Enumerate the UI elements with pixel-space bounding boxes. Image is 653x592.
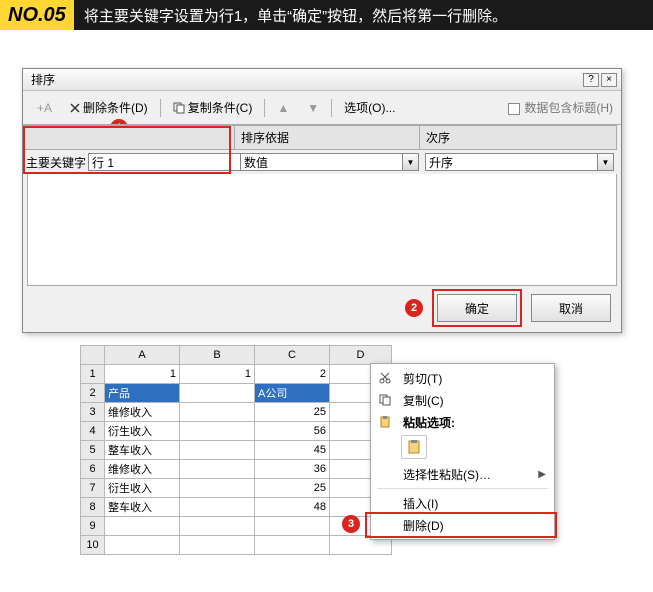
paste-icon <box>375 413 395 431</box>
callout-2: 2 <box>405 299 423 317</box>
sort-dialog: 排序 ? × +A 删除条件(D) 复制条件(C) ▲ ▼ 选项(O)... 数… <box>22 68 622 333</box>
row-1[interactable]: 1 1 1 2 2 <box>81 365 392 384</box>
sort-order-input[interactable] <box>425 153 598 171</box>
sort-condition-row: 主要关键字 ▼ ▼ ▼ <box>23 150 621 174</box>
row-6[interactable]: 6 维修收入 36 <box>81 460 392 479</box>
paste-option-default[interactable] <box>401 435 427 459</box>
dialog-buttons: 2 确定 取消 <box>23 286 621 332</box>
row-7[interactable]: 7 衍生收入 25 <box>81 479 392 498</box>
move-down-button[interactable]: ▼ <box>301 99 325 117</box>
select-all-corner[interactable] <box>81 346 105 365</box>
dialog-toolbar: +A 删除条件(D) 复制条件(C) ▲ ▼ 选项(O)... 数据包含标题(H… <box>23 91 621 124</box>
dialog-titlebar: 排序 ? × <box>23 69 621 91</box>
menu-paste-options: 粘贴选项: <box>371 411 554 433</box>
row-10[interactable]: 10 <box>81 536 392 555</box>
row-3[interactable]: 3 维修收入 25 <box>81 403 392 422</box>
menu-cut[interactable]: 剪切(T) <box>371 367 554 389</box>
separator <box>160 99 161 117</box>
close-button[interactable]: × <box>601 73 617 87</box>
row-4[interactable]: 4 衍生收入 56 <box>81 422 392 441</box>
chevron-down-icon[interactable]: ▼ <box>598 153 614 171</box>
col-header[interactable]: A <box>105 346 180 365</box>
header-checkbox[interactable] <box>508 103 520 115</box>
scissors-icon <box>375 369 395 387</box>
menu-delete[interactable]: 删除(D) <box>371 514 554 536</box>
sort-order-combo[interactable]: ▼ <box>425 153 614 171</box>
chevron-down-icon[interactable]: ▼ <box>403 153 419 171</box>
ok-button[interactable]: 确定 <box>437 294 517 322</box>
menu-copy[interactable]: 复制(C) <box>371 389 554 411</box>
separator <box>331 99 332 117</box>
menu-insert[interactable]: 插入(I) <box>371 492 554 514</box>
move-up-button[interactable]: ▲ <box>271 99 295 117</box>
callout-3: 3 <box>342 515 360 533</box>
copy-icon <box>375 391 395 409</box>
menu-separator <box>377 488 548 489</box>
delete-condition-button[interactable]: 删除条件(D) <box>64 97 154 118</box>
step-instruction: 将主要关键字设置为行1，单击“确定”按钮，然后将第一行删除。 <box>74 0 653 30</box>
row-8[interactable]: 8 整车收入 48 <box>81 498 392 517</box>
add-condition-button[interactable]: +A <box>31 99 58 117</box>
options-button[interactable]: 选项(O)... <box>338 97 401 118</box>
help-button[interactable]: ? <box>583 73 599 87</box>
col-header[interactable]: D <box>330 346 392 365</box>
col-header[interactable]: B <box>180 346 255 365</box>
sort-headers: 排序依据 次序 <box>23 124 621 150</box>
context-menu: 剪切(T) 复制(C) 粘贴选项: 选择性粘贴(S)… ▶ 插入 <box>370 363 555 540</box>
conditions-list <box>27 174 617 286</box>
header-basis: 排序依据 <box>235 125 420 150</box>
dialog-title: 排序 <box>27 71 583 88</box>
spreadsheet-region: A B C D 1 1 1 2 2 2 产品 A公司 3 维修收入 25 4 <box>80 345 570 555</box>
x-icon <box>70 103 80 113</box>
header-order: 次序 <box>420 125 617 150</box>
paste-options-row <box>371 435 554 459</box>
row-5[interactable]: 5 整车收入 45 <box>81 441 392 460</box>
chevron-right-icon: ▶ <box>538 469 546 480</box>
copy-condition-button[interactable]: 复制条件(C) <box>167 97 259 118</box>
header-key <box>23 125 235 150</box>
clipboard-icon <box>406 439 422 455</box>
primary-key-input[interactable] <box>88 153 251 171</box>
sort-basis-input[interactable] <box>240 153 403 171</box>
sort-basis-combo[interactable]: ▼ <box>240 153 419 171</box>
header-checkbox-label[interactable]: 数据包含标题(H) <box>508 99 613 116</box>
cancel-button[interactable]: 取消 <box>531 294 611 322</box>
copy-icon <box>173 102 185 114</box>
primary-key-label: 主要关键字 <box>26 154 86 171</box>
step-number: NO.05 <box>0 0 74 30</box>
menu-paste-special[interactable]: 选择性粘贴(S)… ▶ <box>371 463 554 485</box>
col-header[interactable]: C <box>255 346 330 365</box>
step-banner: NO.05 将主要关键字设置为行1，单击“确定”按钮，然后将第一行删除。 <box>0 0 653 30</box>
separator <box>264 99 265 117</box>
row-2[interactable]: 2 产品 A公司 <box>81 384 392 403</box>
